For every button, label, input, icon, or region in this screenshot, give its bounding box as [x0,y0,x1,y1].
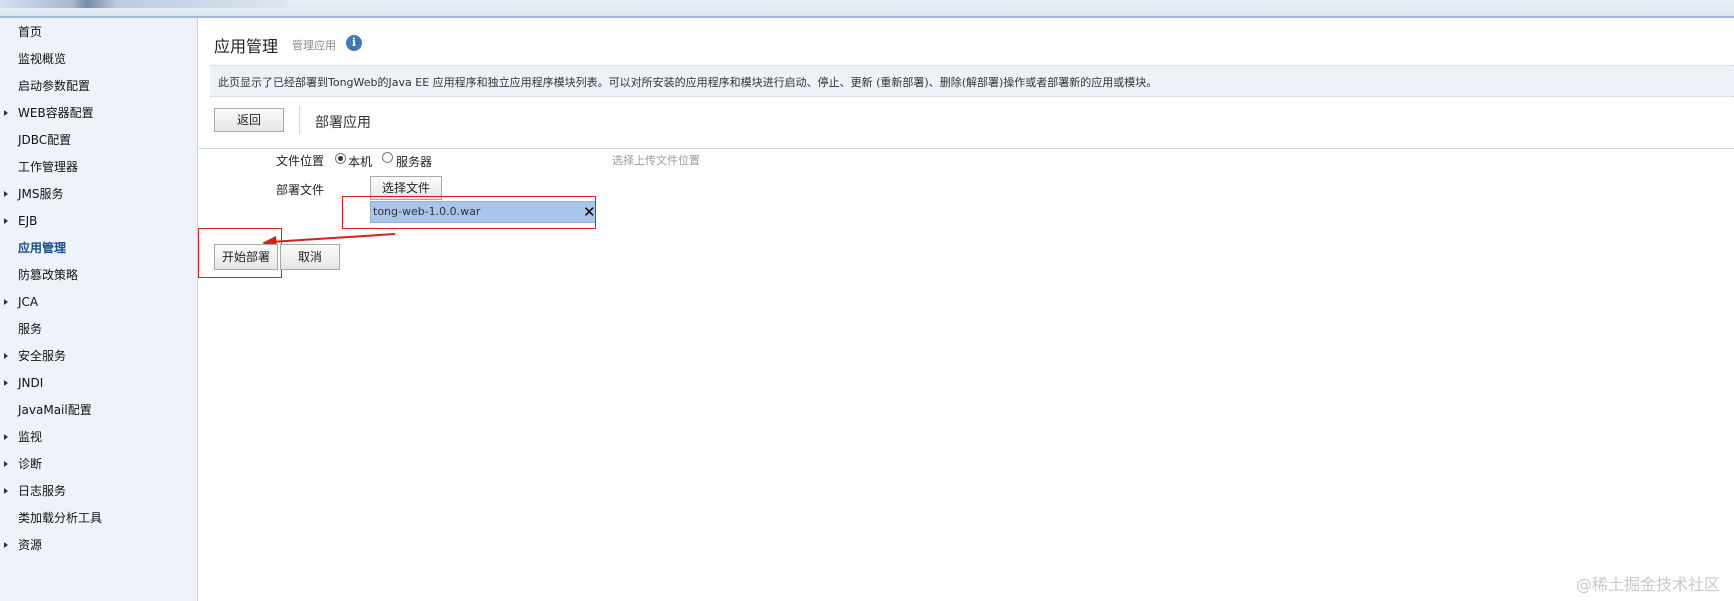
sidebar-item-label: JMS服务 [18,187,64,201]
sidebar-item-label: 诊断 [18,457,43,471]
sidebar-item-resources[interactable]: 资源 [0,534,197,556]
sidebar-item-label: 服务 [18,322,43,336]
watermark: @稀土掘金技术社区 [1575,575,1720,594]
sidebar-item-label: 工作管理器 [18,160,79,174]
sidebar-item-tamper-policy[interactable]: 防篡改策略 [0,264,197,286]
sidebar-item-jca[interactable]: JCA [0,291,197,313]
expand-arrow-icon [4,191,8,197]
sidebar-item-label: JNDI [18,376,44,390]
expand-arrow-icon [4,218,8,224]
sidebar-item-label: EJB [18,214,38,228]
location-hint: 选择上传文件位置 [612,154,700,167]
sidebar-item-label: WEB容器配置 [18,106,94,120]
sidebar-item-label: JavaMail配置 [18,403,92,417]
sidebar-item-logging[interactable]: 日志服务 [0,480,197,502]
sidebar-item-jms[interactable]: JMS服务 [0,183,197,205]
expand-arrow-icon [4,542,8,548]
sidebar-item-label: 安全服务 [18,349,67,363]
expand-arrow-icon [4,380,8,386]
sidebar-item-label: JDBC配置 [18,133,72,147]
annotation-arrow-icon [262,233,396,248]
start-deploy-button[interactable]: 开始部署 [214,244,278,270]
sidebar-item-label: JCA [18,295,39,309]
main-content: 应用管理 管理应用 i 此页显示了已经部署到TongWeb的Java EE 应用… [198,18,1734,601]
logo [0,0,290,8]
sidebar-item-services[interactable]: 服务 [0,318,197,340]
sidebar-item-home[interactable]: 首页 [0,21,197,43]
expand-arrow-icon [4,488,8,494]
sidebar-item-jdbc[interactable]: JDBC配置 [0,129,197,151]
cancel-button[interactable]: 取消 [280,244,340,270]
sidebar-item-ejb[interactable]: EJB [0,210,197,232]
sidebar-item-label: 启动参数配置 [18,79,91,93]
sidebar-item-monitor-overview[interactable]: 监视概览 [0,48,197,70]
sidebar-item-label: 监视概览 [18,52,67,66]
sidebar-item-javamail[interactable]: JavaMail配置 [0,399,197,421]
sidebar-item-label: 防篡改策略 [18,268,79,282]
sidebar-item-security[interactable]: 安全服务 [0,345,197,367]
sidebar-item-classloader-tool[interactable]: 类加载分析工具 [0,507,197,529]
sidebar-item-app-management[interactable]: 应用管理 [0,237,197,259]
expand-arrow-icon [4,299,8,305]
sidebar-item-label: 监视 [18,430,43,444]
sidebar-item-label: 类加载分析工具 [18,511,103,525]
sidebar-item-diagnostics[interactable]: 诊断 [0,453,197,475]
sidebar-item-label: 日志服务 [18,484,67,498]
sidebar-item-label: 首页 [18,25,43,39]
expand-arrow-icon [4,461,8,467]
sidebar-item-label: 应用管理 [18,241,67,255]
expand-arrow-icon [4,353,8,359]
sidebar-item-work-manager[interactable]: 工作管理器 [0,156,197,178]
top-banner [0,0,1734,18]
expand-arrow-icon [4,434,8,440]
sidebar-item-monitor[interactable]: 监视 [0,426,197,448]
expand-arrow-icon [4,110,8,116]
sidebar-item-jndi[interactable]: JNDI [0,372,197,394]
sidebar-nav: 首页 监视概览 启动参数配置 WEB容器配置 JDBC配置 工作管理器 JMS服… [0,18,198,601]
sidebar-item-web-container[interactable]: WEB容器配置 [0,102,197,124]
sidebar-item-label: 资源 [18,538,43,552]
sidebar-item-startup-params[interactable]: 启动参数配置 [0,75,197,97]
